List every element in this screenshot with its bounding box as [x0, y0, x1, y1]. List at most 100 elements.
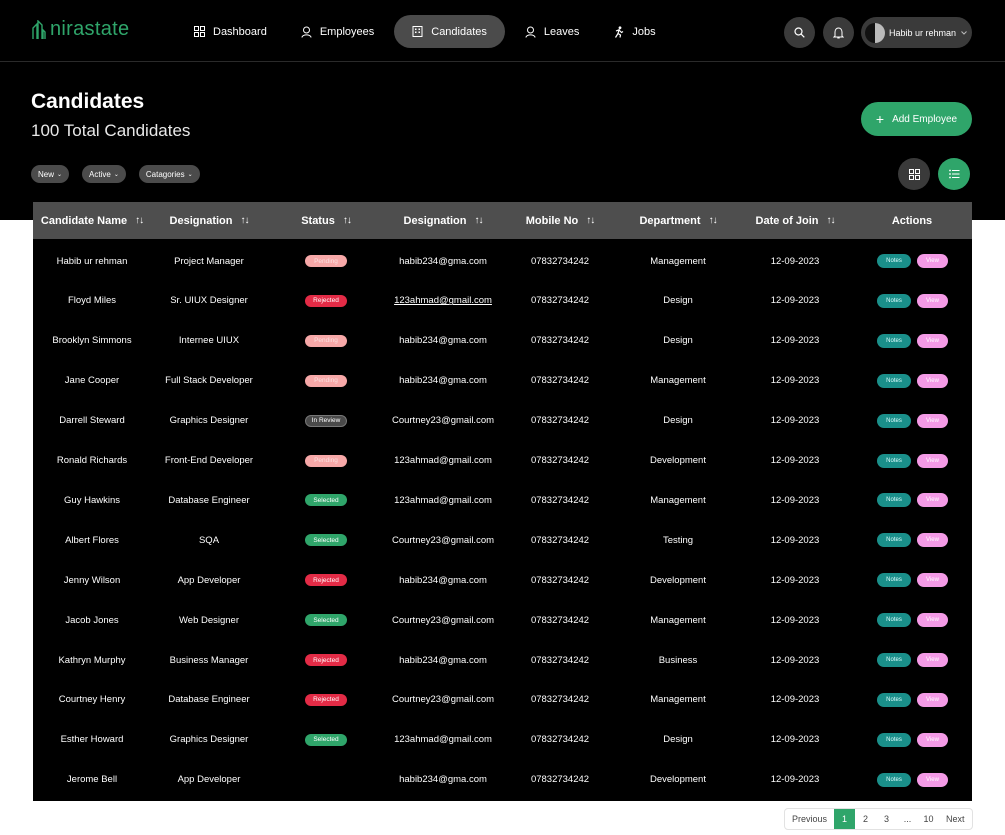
- table-cell: Business: [658, 654, 698, 666]
- sort-icon[interactable]: ↑↓: [826, 215, 835, 226]
- nav-employees[interactable]: Employees: [287, 15, 388, 48]
- table-row[interactable]: Ronald Richards Front-End Developer Pendin…: [33, 441, 972, 481]
- view-button[interactable]: View: [917, 692, 948, 707]
- table-cell: Jenny Wilson: [63, 574, 121, 586]
- page-title: Candidates: [31, 90, 145, 113]
- table-row[interactable]: Guy Hawkins Database Engineer Selected 123a…: [33, 480, 972, 520]
- sort-icon[interactable]: ↑↓: [240, 215, 249, 226]
- view-button[interactable]: View: [917, 413, 948, 428]
- table-cell: 07832734242: [530, 455, 590, 466]
- view-button[interactable]: View: [917, 453, 948, 468]
- user-menu[interactable]: Habib ur rehman: [861, 17, 972, 48]
- filter-categories[interactable]: Catagories ⌄: [138, 165, 200, 183]
- page-button[interactable]: 2: [855, 809, 876, 829]
- nav-dashboard[interactable]: Dashboard: [180, 15, 281, 48]
- notes-button[interactable]: Notes: [877, 613, 911, 628]
- chevron-down-icon: ⌄: [57, 171, 63, 178]
- column-header[interactable]: Status ↑↓: [301, 202, 352, 239]
- logo[interactable]: nirastate: [32, 18, 129, 41]
- column-header[interactable]: Designation ↑↓: [404, 202, 484, 239]
- view-button[interactable]: View: [917, 293, 948, 308]
- table-cell: Albert Flores: [65, 534, 119, 546]
- add-employee-button[interactable]: + Add Employee: [861, 102, 972, 136]
- column-header-label: Designation: [169, 214, 233, 227]
- list-view-button[interactable]: [938, 158, 970, 190]
- notes-button[interactable]: Notes: [877, 453, 911, 468]
- filter-active[interactable]: Active ⌄: [82, 165, 126, 183]
- search-icon: [794, 27, 805, 38]
- notes-button[interactable]: Notes: [877, 533, 911, 548]
- view-button[interactable]: View: [917, 373, 948, 388]
- table-cell: Sr. UIUX Designer: [170, 295, 248, 307]
- grid-icon: [908, 168, 920, 180]
- notes-button[interactable]: Notes: [877, 333, 911, 348]
- notes-button[interactable]: Notes: [877, 413, 911, 428]
- filter-bar: New ⌄ Active ⌄ Catagories ⌄: [31, 165, 213, 183]
- notes-button[interactable]: Notes: [877, 772, 911, 787]
- view-button[interactable]: View: [917, 533, 948, 548]
- notes-button[interactable]: Notes: [877, 493, 911, 508]
- nav-candidates[interactable]: Candidates: [394, 15, 505, 48]
- table-row[interactable]: Courtney Henry Database Engineer Rejected C…: [33, 680, 972, 720]
- notes-button[interactable]: Notes: [877, 653, 911, 667]
- column-header[interactable]: Date of Join ↑↓: [756, 202, 836, 239]
- sort-icon[interactable]: ↑↓: [586, 215, 595, 226]
- filter-new[interactable]: New ⌄: [31, 165, 70, 183]
- table-row[interactable]: Floyd Miles Sr. UIUX Designer Rejected 123a…: [33, 281, 972, 321]
- table-row[interactable]: Habib ur rehman Project Manager Pending hab…: [33, 241, 972, 281]
- table-cell: Ronald Richards: [56, 455, 128, 466]
- table-row[interactable]: Esther Howard Graphics Designer Selected 12…: [33, 720, 972, 760]
- view-button[interactable]: View: [917, 613, 948, 628]
- notes-button[interactable]: Notes: [877, 373, 911, 388]
- table-row[interactable]: Jerome Bell App Developer habib234@gma.com…: [33, 760, 972, 800]
- view-button[interactable]: View: [917, 732, 948, 747]
- notifications-button[interactable]: [823, 17, 854, 48]
- sort-icon[interactable]: ↑↓: [709, 215, 718, 226]
- page-button[interactable]: 3: [876, 809, 897, 829]
- view-button[interactable]: View: [917, 333, 948, 348]
- email-cell[interactable]: 123ahmad@gmail.com: [383, 281, 503, 321]
- table-row[interactable]: Brooklyn Simmons Internee UIUX Pending habi…: [33, 321, 972, 361]
- notes-button[interactable]: Notes: [877, 254, 911, 268]
- column-header[interactable]: Mobile No ↑↓: [526, 202, 596, 239]
- status-cell: Selected: [266, 520, 386, 560]
- nav-jobs[interactable]: Jobs: [599, 15, 669, 48]
- email-cell: habib234@gma.com: [399, 335, 487, 347]
- search-button[interactable]: [784, 17, 815, 48]
- column-header[interactable]: Department ↑↓: [639, 202, 718, 239]
- previous-page-button[interactable]: Previous: [785, 809, 834, 829]
- table-cell: 07832734242: [530, 255, 590, 267]
- notes-button[interactable]: Notes: [877, 732, 911, 747]
- table-row[interactable]: Kathryn Murphy Business Manager Rejected ha…: [33, 640, 972, 680]
- notes-button[interactable]: Notes: [877, 692, 911, 707]
- view-button[interactable]: View: [917, 772, 948, 787]
- column-header[interactable]: Designation ↑↓: [169, 202, 250, 239]
- page-button[interactable]: 10: [918, 809, 939, 829]
- sort-icon[interactable]: ↑↓: [135, 215, 144, 226]
- notes-button[interactable]: Notes: [877, 293, 911, 308]
- notes-button[interactable]: Notes: [877, 573, 911, 588]
- nav-label: Dashboard: [213, 25, 267, 38]
- sort-icon[interactable]: ↑↓: [343, 215, 352, 226]
- email-cell: Courtney23@gmail.com: [391, 694, 495, 706]
- table-row[interactable]: Jacob Jones Web Designer Selected Courtney2…: [33, 600, 972, 640]
- email-cell: 123ahmad@gmail.com: [394, 455, 492, 466]
- view-button[interactable]: View: [917, 254, 948, 268]
- view-button[interactable]: View: [917, 573, 948, 588]
- column-header[interactable]: Candidate Name ↑↓: [41, 202, 144, 239]
- sort-icon[interactable]: ↑↓: [474, 215, 483, 226]
- column-header[interactable]: Actions: [892, 202, 932, 239]
- table-row[interactable]: Jane Cooper Full Stack Developer Pending ha…: [33, 361, 972, 401]
- table-row[interactable]: Darrell Steward Graphics Designer In Revie…: [33, 401, 972, 441]
- page-button[interactable]: ...: [897, 809, 918, 829]
- page-button[interactable]: 1: [834, 809, 856, 829]
- grid-view-button[interactable]: [898, 158, 930, 190]
- view-button[interactable]: View: [917, 493, 948, 508]
- status-badge: In Review: [305, 414, 347, 427]
- table-row[interactable]: Jenny Wilson App Developer Rejected habib23…: [33, 560, 972, 600]
- view-button[interactable]: View: [917, 653, 948, 667]
- nav-leaves[interactable]: Leaves: [511, 15, 593, 48]
- next-page-button[interactable]: Next: [939, 809, 972, 829]
- status-cell: Selected: [266, 600, 386, 640]
- table-row[interactable]: Albert Flores SQA Selected Courtney23@gmail…: [33, 520, 972, 560]
